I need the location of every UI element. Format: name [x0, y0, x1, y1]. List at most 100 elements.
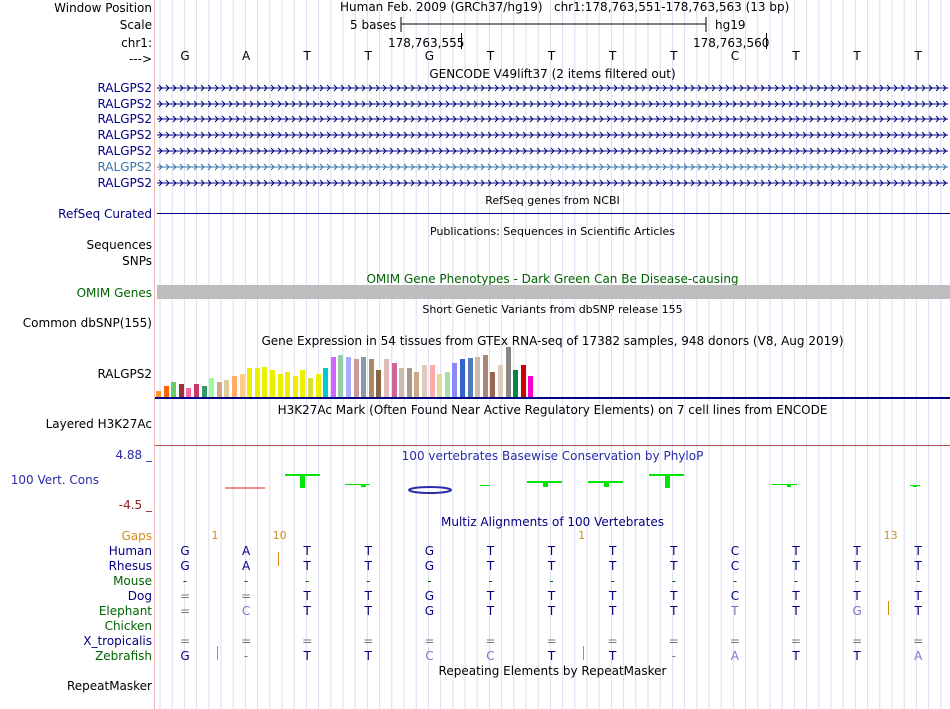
gene-label-5[interactable]: RALGPS2 — [97, 144, 152, 158]
gtex-tissue-bar[interactable] — [323, 368, 329, 397]
alignment-base: = — [179, 634, 191, 648]
omim-bar[interactable] — [157, 285, 950, 299]
gtex-tissue-bar[interactable] — [520, 365, 526, 397]
gtex-tissue-bar[interactable] — [239, 374, 245, 397]
gtex-tissue-bar[interactable] — [414, 372, 420, 397]
gtex-tissue-bar[interactable] — [270, 370, 275, 397]
gtex-bar-chart[interactable] — [155, 346, 555, 397]
gtex-tissue-bar[interactable] — [163, 386, 169, 397]
scale-db: hg19 — [715, 18, 746, 32]
gene-label-3[interactable]: RALGPS2 — [97, 112, 152, 126]
gap-count: 1 — [211, 529, 219, 542]
gtex-tissue-bar[interactable] — [277, 374, 283, 397]
alignment-base: - — [182, 574, 188, 588]
gtex-tissue-bar[interactable] — [330, 357, 336, 397]
repeatmasker-title: Repeating Elements by RepeatMasker — [438, 664, 667, 678]
gtex-tissue-bar[interactable] — [308, 378, 313, 397]
gtex-tissue-bar[interactable] — [186, 388, 192, 397]
gene-arrows[interactable] — [155, 80, 950, 192]
gaps-label: Gaps — [121, 529, 152, 543]
gtex-tissue-bar[interactable] — [232, 376, 237, 397]
snps-label[interactable]: SNPs — [122, 254, 152, 268]
gene-label-1[interactable]: RALGPS2 — [97, 81, 152, 95]
gtex-tissue-bar[interactable] — [467, 358, 473, 397]
gtex-tissue-bar[interactable] — [513, 370, 519, 397]
alignment-rows[interactable]: G A T T G T T T T C T T T G A T T G T T T T C T T T - - - - - - - - - - - - - =… — [155, 544, 950, 664]
gtex-tissue-bar[interactable] — [528, 376, 534, 397]
alignment-base: G — [424, 604, 435, 618]
gtex-tissue-bar[interactable] — [505, 347, 511, 397]
sequences-label[interactable]: Sequences — [87, 238, 152, 252]
gtex-tissue-bar[interactable] — [498, 365, 503, 397]
track-image[interactable]: Human Feb. 2009 (GRCh37/hg19) chr1:178,7… — [155, 0, 950, 709]
gtex-tissue-bar[interactable] — [224, 380, 230, 397]
conservation-label[interactable]: 100 Vert. Cons — [11, 473, 99, 487]
alignment-base: = — [179, 604, 191, 618]
gtex-label[interactable]: RALGPS2 — [97, 367, 152, 381]
gtex-tissue-bar[interactable] — [406, 368, 412, 397]
coord-right-tick — [766, 33, 767, 49]
gtex-tissue-bar[interactable] — [338, 355, 344, 397]
refseq-label[interactable]: RefSeq Curated — [58, 207, 152, 221]
alignment-base: T — [486, 544, 495, 558]
gtex-tissue-bar[interactable] — [194, 384, 199, 397]
alignment-base: T — [670, 589, 678, 603]
assembly-title: Human Feb. 2009 (GRCh37/hg19) chr1:178,7… — [340, 0, 789, 14]
gtex-tissue-bar[interactable] — [178, 384, 184, 397]
gtex-tissue-bar[interactable] — [452, 363, 458, 397]
gtex-tissue-bar[interactable] — [171, 382, 177, 397]
gtex-tissue-bar[interactable] — [429, 365, 435, 397]
gtex-tissue-bar[interactable] — [399, 368, 405, 397]
multiz-title: Multiz Alignments of 100 Vertebrates — [440, 515, 665, 529]
gene-label-6[interactable]: RALGPS2 — [97, 160, 152, 174]
alignment-base: T — [303, 604, 311, 618]
gene-label-7[interactable]: RALGPS2 — [97, 176, 152, 190]
gtex-tissue-bar[interactable] — [262, 367, 268, 397]
h3k27ac-label[interactable]: Layered H3K27Ac — [46, 417, 152, 431]
gtex-tissue-bar[interactable] — [346, 357, 351, 397]
gtex-tissue-bar[interactable] — [353, 359, 359, 397]
gtex-tissue-bar[interactable] — [475, 357, 481, 397]
alignment-base: T — [792, 559, 800, 573]
gtex-tissue-bar[interactable] — [444, 372, 450, 397]
base-letter: T — [853, 49, 861, 63]
gtex-tissue-bar[interactable] — [482, 355, 488, 397]
gtex-tissue-bar[interactable] — [285, 372, 291, 397]
gtex-tissue-bar[interactable] — [201, 386, 207, 397]
gap-count: 10 — [272, 529, 287, 542]
gtex-tissue-bar[interactable] — [209, 378, 215, 397]
gtex-tissue-bar[interactable] — [376, 370, 382, 397]
omim-label[interactable]: OMIM Genes — [77, 286, 152, 300]
scale-bar — [400, 17, 707, 32]
refseq-line[interactable] — [157, 213, 950, 214]
alignment-base: G — [424, 589, 435, 603]
gtex-tissue-bar[interactable] — [391, 363, 397, 397]
phylop-plot[interactable] — [155, 463, 950, 508]
gtex-tissue-bar[interactable] — [292, 376, 298, 397]
base-letter: T — [792, 49, 800, 63]
gtex-tissue-bar[interactable] — [216, 382, 222, 397]
gtex-tissue-bar[interactable] — [247, 368, 253, 397]
alignment-base: C — [730, 589, 740, 603]
gtex-tissue-bar[interactable] — [422, 365, 427, 397]
gtex-tissue-bar[interactable] — [384, 359, 389, 397]
gtex-tissue-bar[interactable] — [490, 372, 496, 397]
alignment-base: - — [549, 574, 554, 588]
gtex-tissue-bar[interactable] — [315, 374, 321, 397]
alignment-base: T — [547, 649, 556, 663]
gtex-tissue-bar[interactable] — [460, 359, 465, 397]
gtex-tissue-bar[interactable] — [437, 374, 443, 397]
gtex-tissue-bar[interactable] — [254, 368, 260, 397]
alignment-base: T — [486, 604, 495, 618]
repeatmasker-label[interactable]: RepeatMasker — [67, 679, 152, 693]
gene-label-2[interactable]: RALGPS2 — [97, 97, 152, 111]
gtex-tissue-bar[interactable] — [361, 357, 367, 397]
gtex-tissue-bar[interactable] — [368, 359, 374, 397]
position-readout: chr1:178,763,551-178,763,563 (13 bp) — [553, 0, 790, 14]
gene-label-4[interactable]: RALGPS2 — [97, 128, 152, 142]
dbsnp-title: Short Genetic Variants from dbSNP releas… — [422, 303, 683, 316]
dbsnp-label[interactable]: Common dbSNP(155) — [23, 316, 152, 330]
gtex-tissue-bar[interactable] — [300, 370, 306, 397]
alignment-base: - — [427, 574, 432, 588]
alignment-base: = — [302, 634, 313, 648]
